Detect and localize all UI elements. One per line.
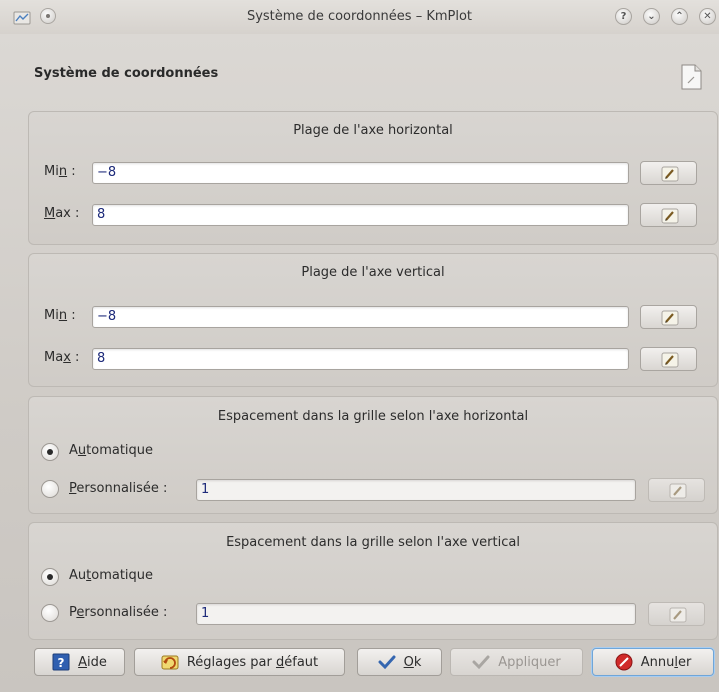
pencil-icon <box>661 310 679 326</box>
grid-vertical-custom-input[interactable]: 1 <box>196 603 636 625</box>
grid-horizontal-auto-label[interactable]: Automatique <box>69 443 153 458</box>
grid-vertical-custom-label[interactable]: Personnalisée : <box>69 605 167 620</box>
horizontal-range-group: Plage de l'axe horizontal Min : −8 Max :… <box>28 111 718 245</box>
vertical-min-input[interactable]: −8 <box>92 306 629 328</box>
horizontal-max-edit-button[interactable] <box>640 203 697 227</box>
vertical-min-edit-button[interactable] <box>640 305 697 329</box>
vertical-max-label: Max : <box>44 350 80 365</box>
cancel-icon <box>615 653 633 671</box>
pencil-icon <box>661 166 679 182</box>
page-title: Système de coordonnées <box>34 66 219 81</box>
svg-text:?: ? <box>58 656 65 670</box>
document-icon <box>680 64 702 90</box>
grid-horizontal-custom-radio[interactable] <box>41 480 59 498</box>
title-bar[interactable]: Système de coordonnées – KmPlot ? ⌄ ⌃ ✕ <box>0 0 719 34</box>
horizontal-min-label: Min : <box>44 164 76 179</box>
vertical-range-group: Plage de l'axe vertical Min : −8 Max : 8 <box>28 253 718 387</box>
dialog-window: Système de coordonnées – KmPlot ? ⌄ ⌃ ✕ … <box>0 0 719 692</box>
help-button[interactable]: ? Aide <box>34 648 125 676</box>
horizontal-min-input[interactable]: −8 <box>92 162 629 184</box>
minimize-button[interactable]: ⌄ <box>643 8 660 25</box>
pencil-icon <box>661 352 679 368</box>
grid-vertical-title: Espacement dans la grille selon l'axe ve… <box>226 535 520 550</box>
vertical-max-edit-button[interactable] <box>640 347 697 371</box>
apply-button[interactable]: Appliquer <box>450 648 583 676</box>
horizontal-min-edit-button[interactable] <box>640 161 697 185</box>
vertical-min-label: Min : <box>44 308 76 323</box>
grid-vertical-edit-button[interactable] <box>648 602 705 626</box>
help-book-icon: ? <box>52 653 70 671</box>
grid-vertical-auto-label[interactable]: Automatique <box>69 568 153 583</box>
close-button[interactable]: ✕ <box>699 8 716 25</box>
maximize-button[interactable]: ⌃ <box>671 8 688 25</box>
vertical-max-input[interactable]: 8 <box>92 348 629 370</box>
cancel-button[interactable]: Annuler <box>592 648 714 676</box>
grid-horizontal-custom-label[interactable]: Personnalisée : <box>69 481 167 496</box>
grid-horizontal-group: Espacement dans la grille selon l'axe ho… <box>28 396 718 514</box>
pencil-icon <box>661 208 679 224</box>
horizontal-max-label: Max : <box>44 206 80 221</box>
grid-horizontal-edit-button[interactable] <box>648 478 705 502</box>
grid-vertical-auto-radio[interactable] <box>41 568 59 586</box>
vertical-range-title: Plage de l'axe vertical <box>301 265 445 280</box>
help-title-button[interactable]: ? <box>615 8 632 25</box>
grid-vertical-custom-radio[interactable] <box>41 604 59 622</box>
horizontal-range-title: Plage de l'axe horizontal <box>293 123 453 138</box>
defaults-button[interactable]: Réglages par défaut <box>134 648 345 676</box>
pencil-icon <box>669 483 687 499</box>
grid-vertical-group: Espacement dans la grille selon l'axe ve… <box>28 522 718 640</box>
reset-icon <box>161 653 179 671</box>
checkmark-icon <box>378 653 396 671</box>
horizontal-max-input[interactable]: 8 <box>92 204 629 226</box>
checkmark-icon <box>472 653 490 671</box>
pencil-icon <box>669 607 687 623</box>
grid-horizontal-custom-input[interactable]: 1 <box>196 479 636 501</box>
ok-button[interactable]: Ok <box>357 648 442 676</box>
window-title: Système de coordonnées – KmPlot <box>246 9 473 24</box>
grid-horizontal-auto-radio[interactable] <box>41 443 59 461</box>
grid-horizontal-title: Espacement dans la grille selon l'axe ho… <box>217 409 529 424</box>
